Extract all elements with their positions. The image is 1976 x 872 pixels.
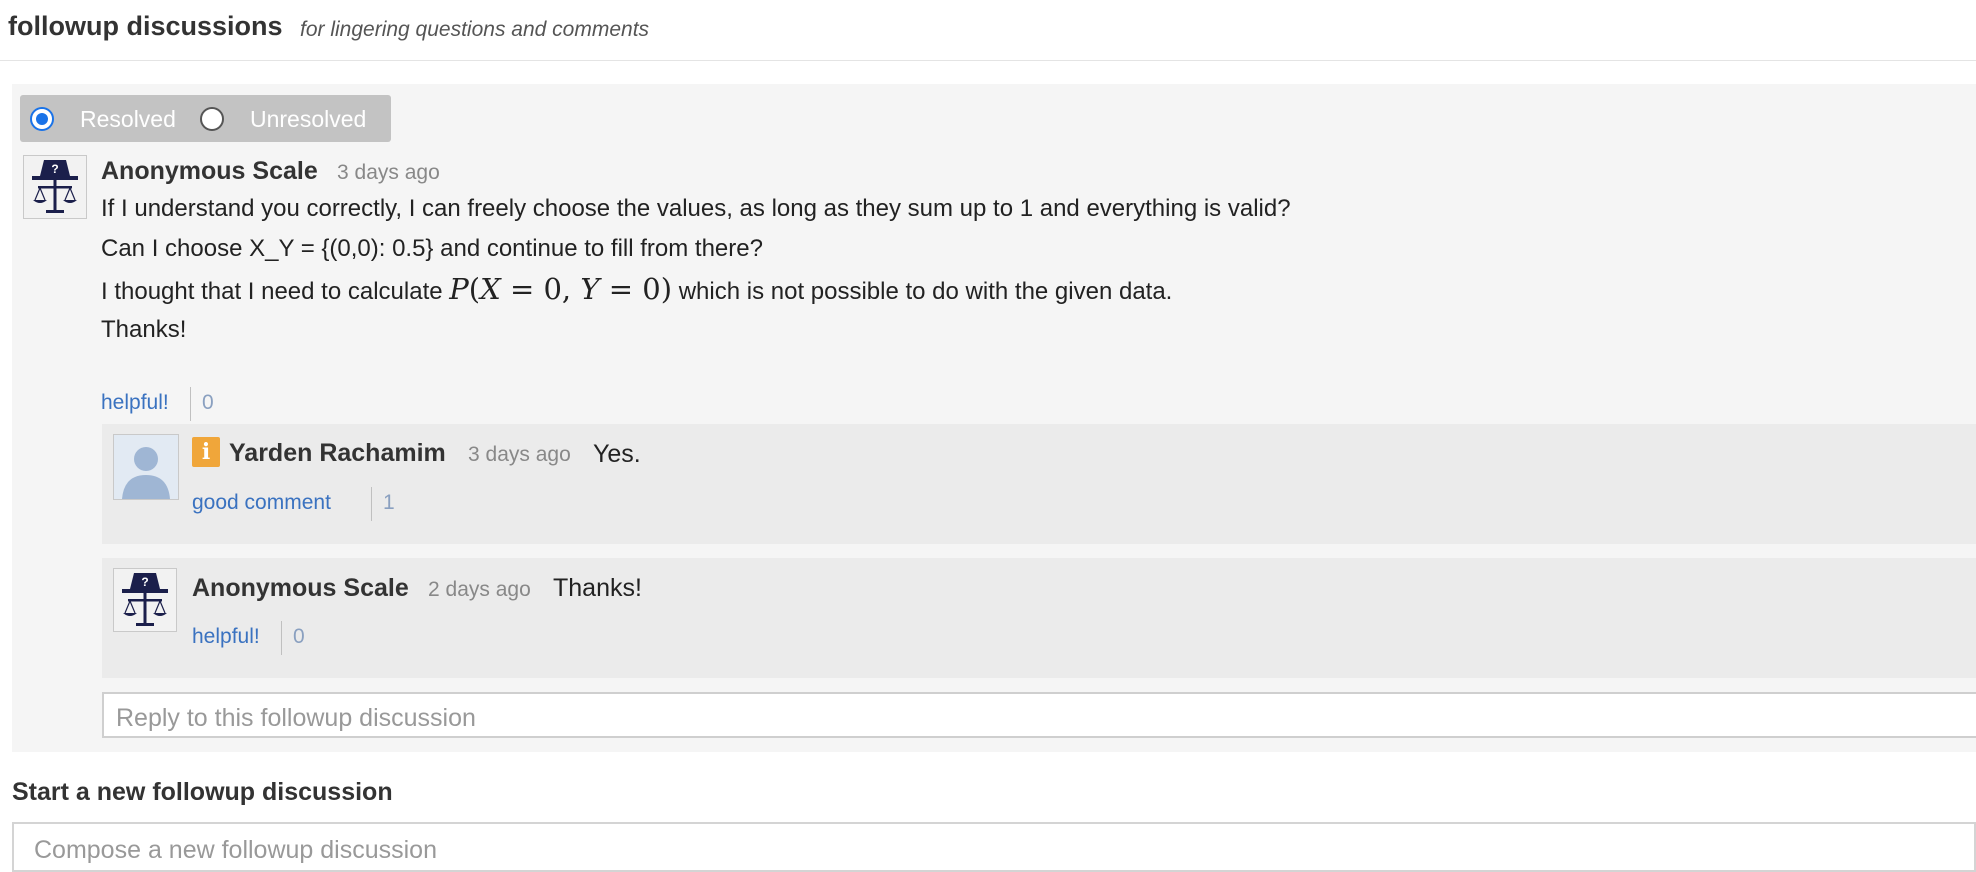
divider bbox=[281, 621, 282, 655]
divider bbox=[371, 487, 372, 521]
default-user-icon bbox=[122, 447, 170, 499]
avatar: ? bbox=[23, 155, 87, 219]
compose-input[interactable]: Compose a new followup discussion bbox=[12, 822, 1976, 872]
svg-text:?: ? bbox=[51, 162, 58, 176]
avatar: ? bbox=[113, 568, 177, 632]
math-expression: P(X = 0, Y = 0) bbox=[449, 272, 673, 306]
resolved-radio[interactable] bbox=[30, 107, 54, 131]
instructor-badge-icon: i bbox=[192, 437, 220, 467]
avatar bbox=[113, 434, 179, 500]
reply-timestamp: 3 days ago bbox=[468, 443, 571, 466]
helpful-count: 0 bbox=[202, 391, 214, 414]
divider bbox=[190, 387, 191, 421]
reply-text: Thanks! bbox=[553, 574, 642, 602]
reply-author: Yarden Rachamim bbox=[229, 439, 446, 467]
reply-text: Yes. bbox=[593, 440, 641, 468]
resolve-toggle: Resolved Unresolved bbox=[20, 95, 391, 142]
reply-item: ? Anonymous Scale 2 days ago Thanks! hel… bbox=[102, 558, 1976, 678]
reply-author: Anonymous Scale bbox=[192, 574, 409, 602]
good-comment-button[interactable]: good comment bbox=[192, 491, 331, 515]
followup-thread: Resolved Unresolved ? Anonymous Scale 3 … bbox=[12, 84, 1976, 752]
unresolved-radio[interactable] bbox=[200, 107, 224, 131]
post-text-line-4: Thanks! bbox=[101, 316, 187, 343]
helpful-button[interactable]: helpful! bbox=[101, 391, 169, 415]
new-discussion-heading: Start a new followup discussion bbox=[12, 778, 393, 806]
reply-item: i Yarden Rachamim 3 days ago Yes. good c… bbox=[102, 424, 1976, 544]
resolved-label[interactable]: Resolved bbox=[80, 106, 176, 133]
post-text-line-2: Can I choose X_Y = {(0,0): 0.5} and cont… bbox=[101, 235, 763, 262]
post-text-after-math: which is not possible to do with the giv… bbox=[678, 278, 1173, 305]
reply-timestamp: 2 days ago bbox=[428, 578, 531, 601]
post-text-line-3: I thought that I need to calculate P(X =… bbox=[101, 272, 1172, 306]
post-text-line-1: If I understand you correctly, I can fre… bbox=[101, 195, 1291, 222]
section-subtitle: for lingering questions and comments bbox=[300, 18, 650, 41]
post-timestamp: 3 days ago bbox=[337, 161, 440, 184]
post-author: Anonymous Scale bbox=[101, 157, 318, 185]
section-title: followup discussions bbox=[8, 11, 283, 41]
svg-text:?: ? bbox=[141, 575, 148, 589]
anonymous-scale-icon: ? bbox=[122, 573, 168, 626]
helpful-button[interactable]: helpful! bbox=[192, 625, 260, 649]
anonymous-scale-icon: ? bbox=[32, 160, 78, 213]
helpful-count: 0 bbox=[293, 625, 305, 648]
reply-input[interactable]: Reply to this followup discussion bbox=[102, 692, 1976, 738]
post-text-before-math: I thought that I need to calculate bbox=[101, 278, 443, 305]
followup-header: followup discussions for lingering quest… bbox=[0, 0, 1976, 61]
unresolved-label[interactable]: Unresolved bbox=[250, 106, 366, 133]
good-comment-count: 1 bbox=[383, 491, 395, 514]
